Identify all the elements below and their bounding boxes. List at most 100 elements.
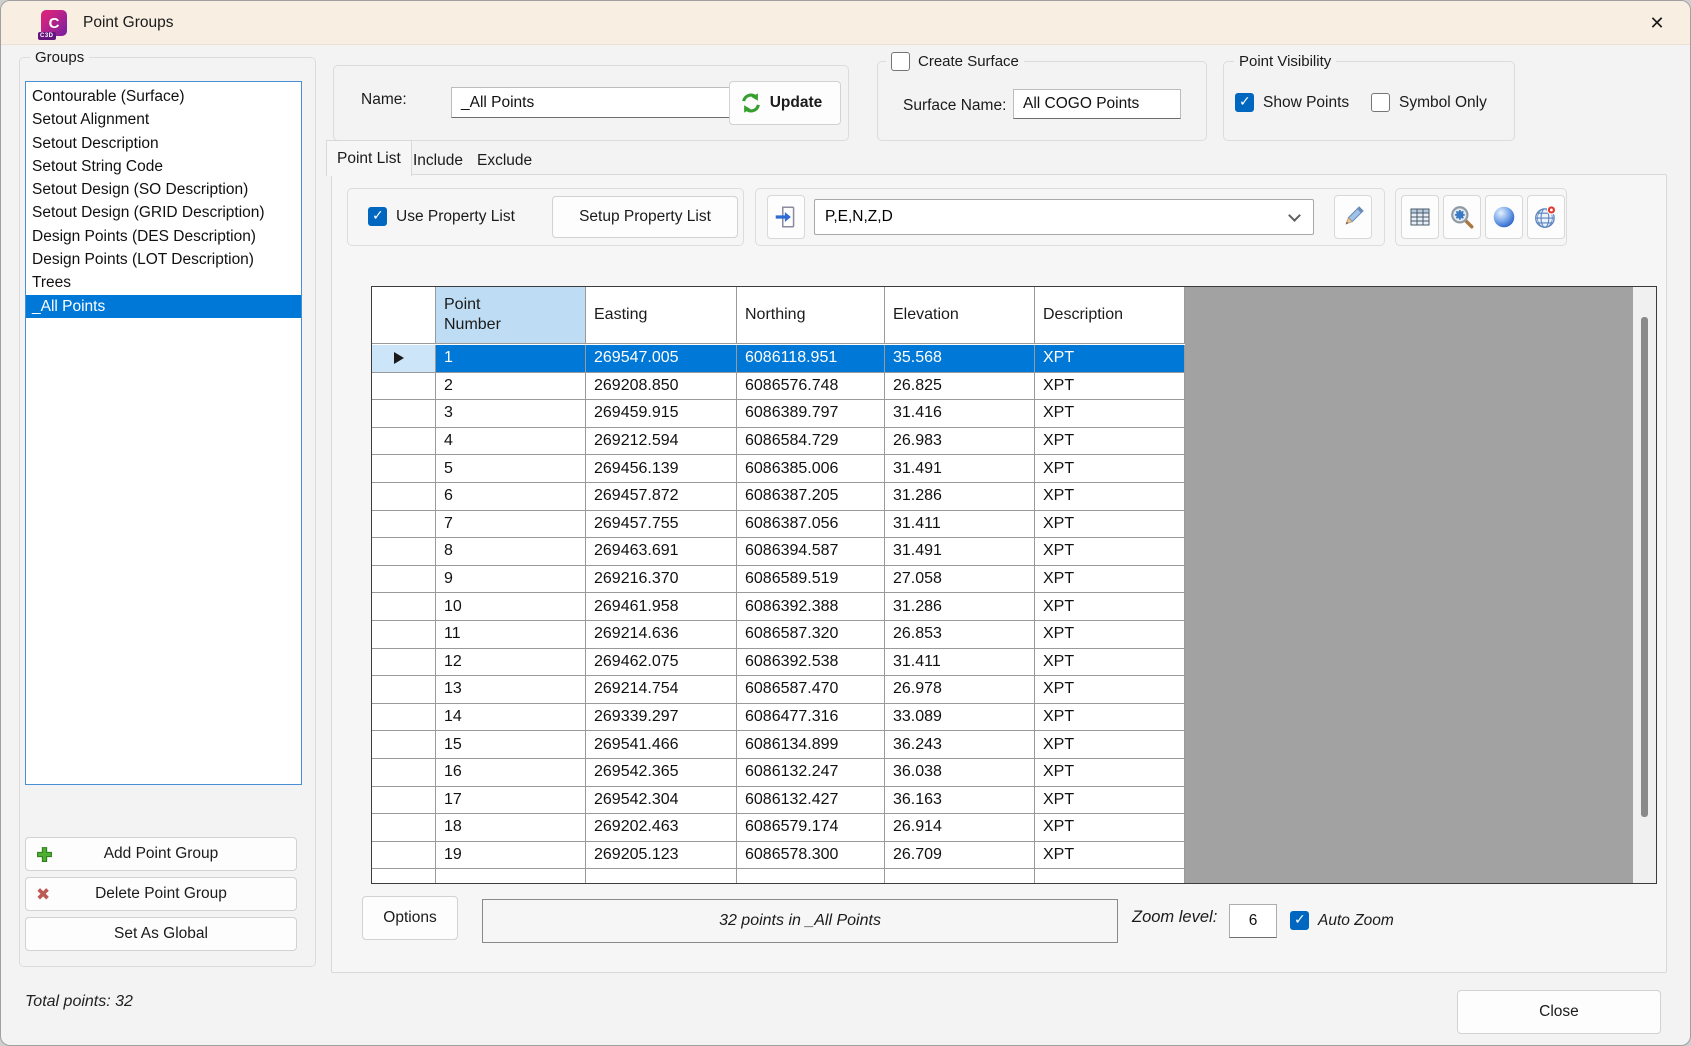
- row-selector-cell[interactable]: [372, 649, 436, 676]
- table-row[interactable]: 5269456.1396086385.00631.491XPT: [372, 455, 1185, 483]
- table-cell[interactable]: 16: [436, 759, 586, 786]
- table-cell[interactable]: 26.709: [885, 842, 1035, 869]
- row-selector-cell[interactable]: [372, 676, 436, 703]
- table-cell[interactable]: 269463.691: [586, 538, 737, 565]
- auto-zoom-checkbox[interactable]: [1290, 911, 1309, 930]
- table-cell[interactable]: 3: [436, 400, 586, 427]
- row-selector-cell[interactable]: [372, 731, 436, 758]
- table-row[interactable]: 19269205.1236086578.30026.709XPT: [372, 842, 1185, 870]
- close-icon[interactable]: ✕: [1638, 8, 1676, 38]
- group-list-item[interactable]: Setout Design (GRID Description): [26, 201, 301, 224]
- table-row[interactable]: 17269542.3046086132.42736.163XPT: [372, 787, 1185, 815]
- delete-point-group-button[interactable]: ✖ Delete Point Group: [25, 877, 297, 911]
- table-cell[interactable]: 269457.872: [586, 483, 737, 510]
- symbol-only-checkbox[interactable]: [1371, 93, 1390, 112]
- table-cell[interactable]: 269212.594: [586, 428, 737, 455]
- table-cell[interactable]: 269216.370: [586, 566, 737, 593]
- table-cell[interactable]: XPT: [1035, 566, 1185, 593]
- zoom-level-input[interactable]: 6: [1229, 904, 1277, 938]
- table-cell[interactable]: 8: [436, 538, 586, 565]
- row-selector-cell[interactable]: [372, 759, 436, 786]
- table-row[interactable]: 10269461.9586086392.38831.286XPT: [372, 593, 1185, 621]
- table-cell[interactable]: 10: [436, 593, 586, 620]
- auto-zoom-row[interactable]: Auto Zoom: [1290, 911, 1394, 930]
- group-list-item[interactable]: Setout Design (SO Description): [26, 178, 301, 201]
- table-row[interactable]: 12269462.0756086392.53831.411XPT: [372, 649, 1185, 677]
- table-cell[interactable]: XPT: [1035, 345, 1185, 372]
- table-cell[interactable]: 26.914: [885, 814, 1035, 841]
- group-list-item[interactable]: Contourable (Surface): [26, 85, 301, 108]
- group-list-item[interactable]: _All Points: [26, 295, 301, 318]
- table-cell[interactable]: 269202.463: [586, 814, 737, 841]
- row-selector-cell[interactable]: [372, 621, 436, 648]
- row-selector-cell[interactable]: [372, 566, 436, 593]
- table-cell[interactable]: 269461.958: [586, 593, 737, 620]
- table-cell[interactable]: XPT: [1035, 704, 1185, 731]
- table-cell[interactable]: 6086387.056: [737, 511, 885, 538]
- table-row[interactable]: 18269202.4636086579.17426.914XPT: [372, 814, 1185, 842]
- table-cell[interactable]: 6086589.519: [737, 566, 885, 593]
- row-selector-cell[interactable]: [372, 345, 436, 372]
- row-selector-cell[interactable]: [372, 538, 436, 565]
- table-cell[interactable]: XPT: [1035, 842, 1185, 869]
- show-points-checkbox[interactable]: [1235, 93, 1254, 112]
- table-cell[interactable]: 269459.915: [586, 400, 737, 427]
- table-cell[interactable]: 6086392.388: [737, 593, 885, 620]
- column-header-point-number[interactable]: Point Number: [436, 287, 586, 343]
- table-cell[interactable]: XPT: [1035, 787, 1185, 814]
- row-selector-cell[interactable]: [372, 787, 436, 814]
- table-cell[interactable]: 6086392.538: [737, 649, 885, 676]
- column-header-easting[interactable]: Easting: [586, 287, 737, 343]
- table-cell[interactable]: 6086587.470: [737, 676, 885, 703]
- table-row[interactable]: 9269216.3706086589.51927.058XPT: [372, 566, 1185, 594]
- table-cell[interactable]: 17: [436, 787, 586, 814]
- table-cell[interactable]: 31.286: [885, 483, 1035, 510]
- group-list-item[interactable]: Trees: [26, 271, 301, 294]
- table-row[interactable]: 6269457.8726086387.20531.286XPT: [372, 483, 1185, 511]
- table-row[interactable]: 2269208.8506086576.74826.825XPT: [372, 373, 1185, 401]
- table-row[interactable]: 13269214.7546086587.47026.978XPT: [372, 676, 1185, 704]
- table-cell[interactable]: 9: [436, 566, 586, 593]
- update-button[interactable]: Update: [729, 81, 841, 125]
- table-cell[interactable]: 269214.636: [586, 621, 737, 648]
- table-cell[interactable]: 36.163: [885, 787, 1035, 814]
- table-cell[interactable]: 269456.139: [586, 455, 737, 482]
- table-cell[interactable]: 269457.755: [586, 511, 737, 538]
- options-button[interactable]: Options: [362, 896, 458, 940]
- table-cell[interactable]: 13: [436, 676, 586, 703]
- table-cell[interactable]: 19: [436, 842, 586, 869]
- table-cell[interactable]: 15: [436, 731, 586, 758]
- table-cell[interactable]: 6086579.174: [737, 814, 885, 841]
- table-row[interactable]: 16269542.3656086132.24736.038XPT: [372, 759, 1185, 787]
- table-cell[interactable]: 4: [436, 428, 586, 455]
- row-selector-cell[interactable]: [372, 455, 436, 482]
- table-cell[interactable]: 269547.005: [586, 345, 737, 372]
- table-cell[interactable]: 36.243: [885, 731, 1035, 758]
- column-header-northing[interactable]: Northing: [737, 287, 885, 343]
- row-selector-cell[interactable]: [372, 704, 436, 731]
- table-row[interactable]: 14269339.2976086477.31633.089XPT: [372, 704, 1185, 732]
- table-cell[interactable]: 7: [436, 511, 586, 538]
- table-cell[interactable]: 6086477.316: [737, 704, 885, 731]
- table-cell[interactable]: 31.411: [885, 511, 1035, 538]
- table-cell[interactable]: 12: [436, 649, 586, 676]
- table-cell[interactable]: XPT: [1035, 511, 1185, 538]
- import-icon[interactable]: [767, 195, 805, 239]
- tab-point-list[interactable]: Point List: [326, 140, 412, 176]
- row-selector-cell[interactable]: [372, 428, 436, 455]
- set-as-global-button[interactable]: Set As Global: [25, 917, 297, 951]
- table-cell[interactable]: 6086132.247: [737, 759, 885, 786]
- group-list-item[interactable]: Setout Description: [26, 132, 301, 155]
- table-row[interactable]: 15269541.4666086134.89936.243XPT: [372, 731, 1185, 759]
- table-cell[interactable]: 6086387.205: [737, 483, 885, 510]
- row-selector-cell[interactable]: [372, 373, 436, 400]
- table-cell[interactable]: 6086578.300: [737, 842, 885, 869]
- use-property-list-row[interactable]: Use Property List: [368, 207, 515, 226]
- table-cell[interactable]: XPT: [1035, 538, 1185, 565]
- table-cell[interactable]: XPT: [1035, 373, 1185, 400]
- table-cell[interactable]: 6: [436, 483, 586, 510]
- table-cell[interactable]: 269214.754: [586, 676, 737, 703]
- row-selector-cell[interactable]: [372, 483, 436, 510]
- table-cell[interactable]: 26.983: [885, 428, 1035, 455]
- group-list-item[interactable]: Setout String Code: [26, 155, 301, 178]
